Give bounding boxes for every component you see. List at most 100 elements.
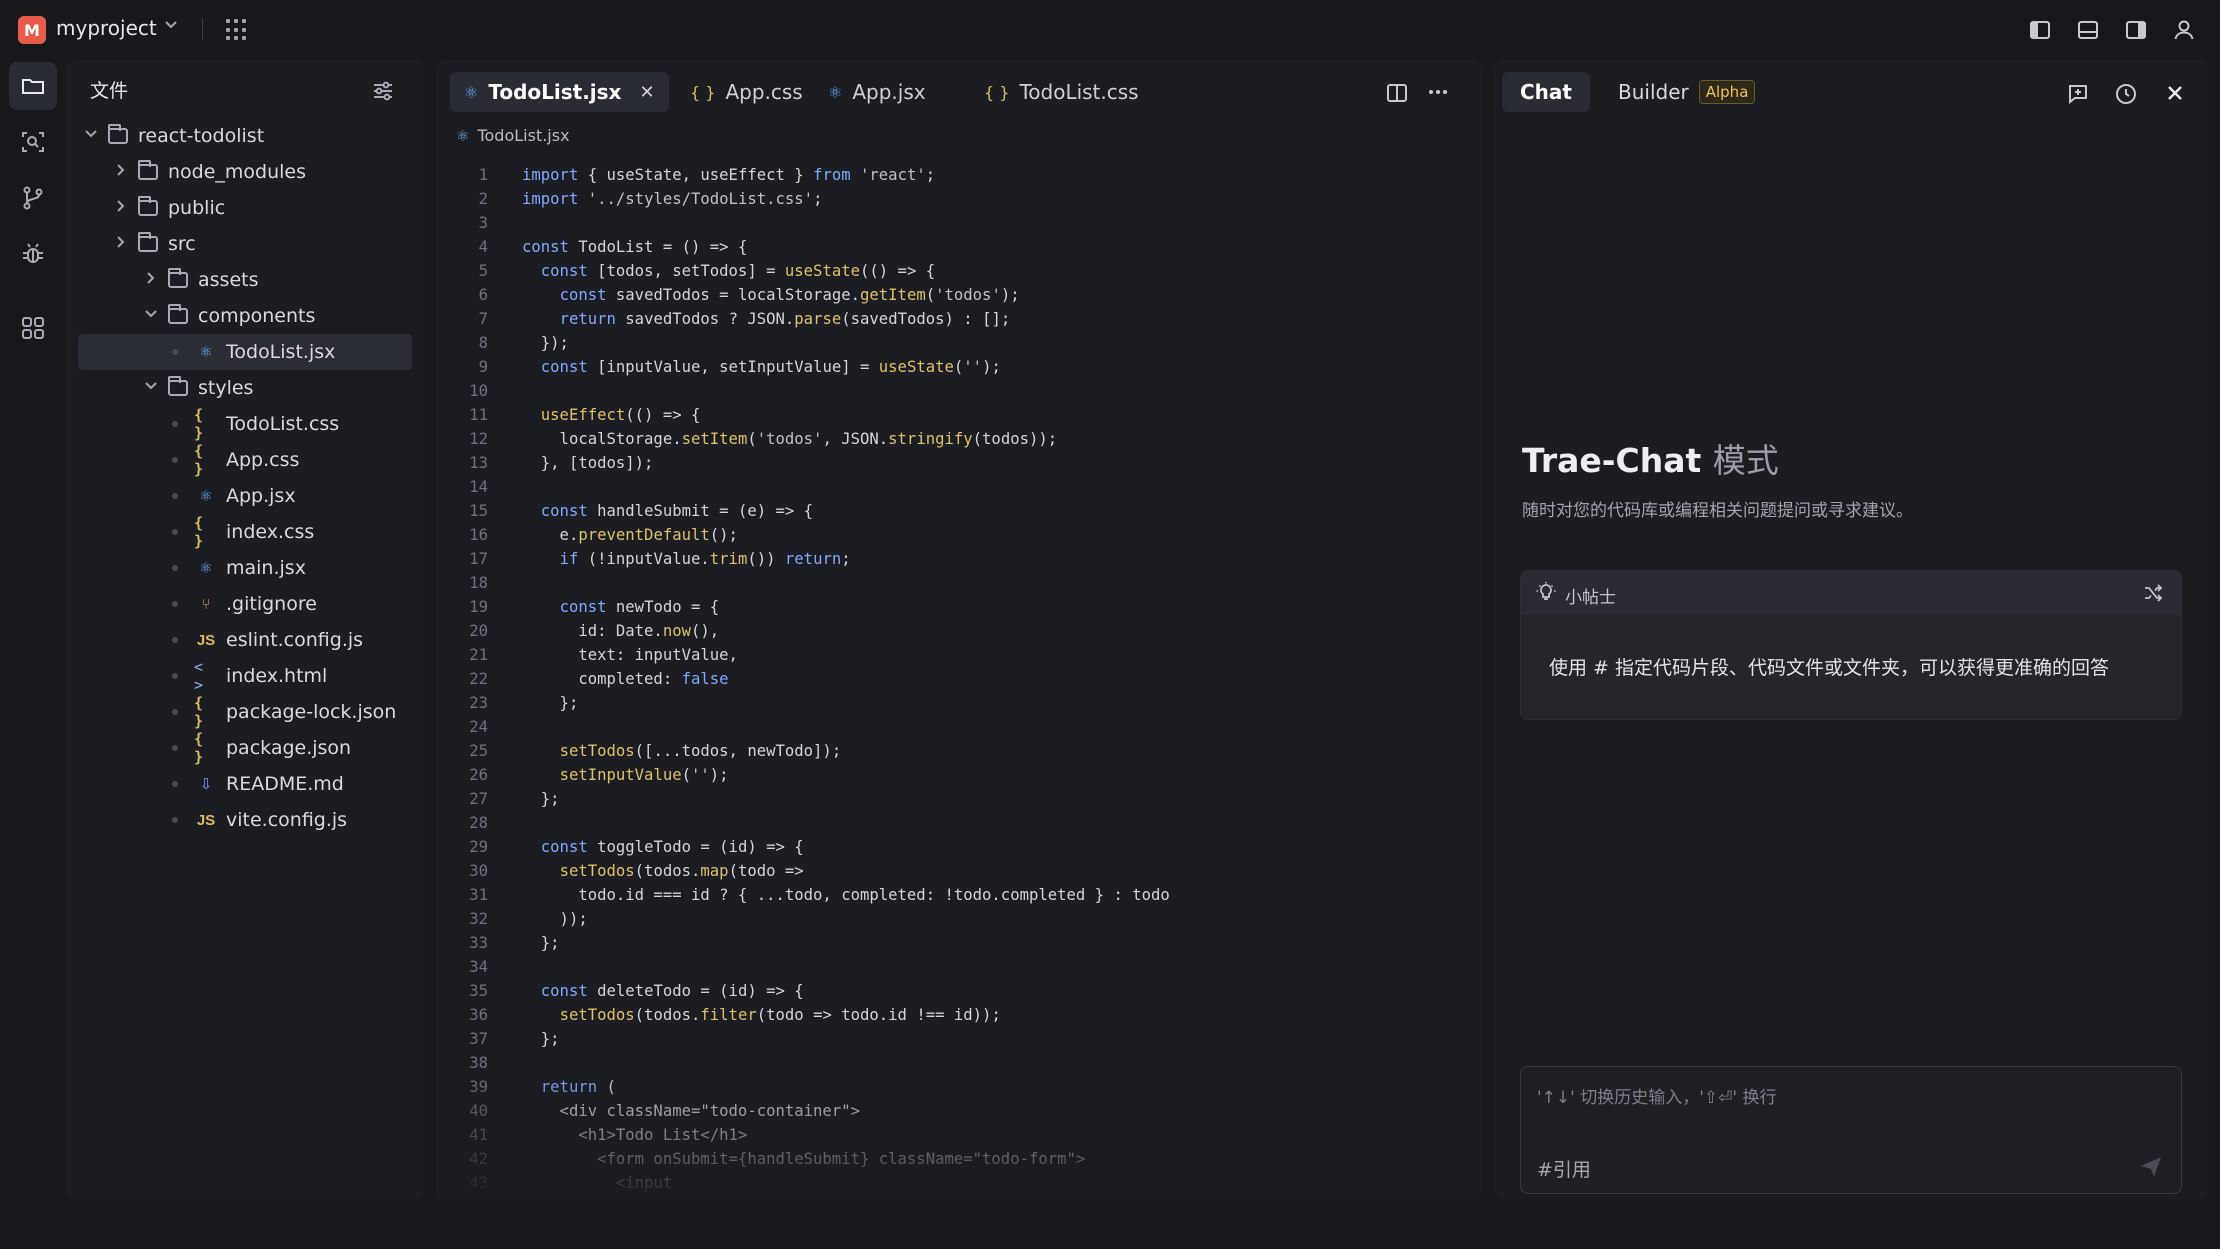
tree-indent-dot: [172, 673, 178, 679]
git-branch-icon: [23, 186, 43, 210]
folder-icon: [22, 79, 44, 94]
tab-app-jsx[interactable]: ⚛ App.jsx: [814, 72, 940, 112]
tab-label: App.css: [725, 80, 803, 104]
split-editor-icon[interactable]: [1386, 82, 1408, 108]
tab-builder-label: Builder: [1618, 80, 1689, 104]
line-number: 19: [469, 598, 488, 616]
shuffle-icon[interactable]: [2143, 583, 2163, 607]
code-area[interactable]: 1 import { useState, useEffect } from 're…: [436, 166, 1482, 1200]
close-tab-icon[interactable]: ✕: [639, 82, 654, 103]
line-number: 4: [478, 238, 488, 256]
code-line: import '../styles/TodoList.css';: [522, 190, 823, 208]
account-icon[interactable]: [2172, 18, 2196, 42]
folder-item[interactable]: src: [66, 226, 424, 262]
line-number: 34: [469, 958, 488, 976]
tree-item-label: node_modules: [168, 161, 307, 183]
code-line: const [todos, setTodos] = useState(() =>…: [540, 262, 936, 280]
chevron-right-icon[interactable]: [112, 235, 130, 253]
chevron-down-icon[interactable]: [142, 379, 160, 397]
code-line: if (!inputValue.trim()) return;: [559, 550, 851, 568]
tree-indent-dot: [172, 601, 178, 607]
folder-item[interactable]: components: [66, 298, 424, 334]
file-item[interactable]: { } package-lock.json: [66, 694, 424, 730]
folder-icon: [106, 124, 130, 146]
file-item[interactable]: ⚛ TodoList.jsx: [78, 334, 412, 370]
close-icon[interactable]: [2164, 82, 2186, 108]
explorer-button[interactable]: [9, 62, 57, 110]
file-item[interactable]: { } index.css: [66, 514, 424, 550]
history-icon[interactable]: [2114, 82, 2138, 110]
line-number: 11: [469, 406, 488, 424]
chevron-down-icon[interactable]: [82, 127, 100, 145]
file-item[interactable]: < > index.html: [66, 658, 424, 694]
code-line: id: Date.now(),: [522, 622, 720, 640]
tree-item-label: package-lock.json: [226, 701, 397, 723]
line-number: 37: [469, 1030, 488, 1048]
line-number: 43: [469, 1174, 488, 1192]
line-number: 29: [469, 838, 488, 856]
line-number: 8: [478, 334, 488, 352]
tab-chat[interactable]: Chat: [1502, 72, 1590, 112]
toggle-bottom-panel-icon[interactable]: [2076, 18, 2100, 42]
tab-app-css[interactable]: { } App.css: [676, 72, 817, 112]
more-actions-icon[interactable]: [1426, 80, 1450, 108]
file-item[interactable]: ⑂ .gitignore: [66, 586, 424, 622]
search-button[interactable]: [9, 118, 57, 166]
tree-item-label: TodoList.jsx: [226, 341, 336, 363]
chat-input[interactable]: '↑↓' 切换历史输入，'⇧⏎' 换行 #引用: [1520, 1066, 2182, 1194]
chevron-right-icon[interactable]: [112, 199, 130, 217]
send-icon[interactable]: [2137, 1153, 2165, 1185]
code-line: const newTodo = {: [559, 598, 720, 616]
tree-item-label: eslint.config.js: [226, 629, 364, 651]
chevron-down-icon[interactable]: [142, 307, 160, 325]
line-number: 40: [469, 1102, 488, 1120]
filter-settings-icon[interactable]: [372, 80, 394, 106]
line-number: 33: [469, 934, 488, 952]
toggle-right-panel-icon[interactable]: [2124, 18, 2148, 42]
file-item[interactable]: { } package.json: [66, 730, 424, 766]
file-item[interactable]: ⚛ App.jsx: [66, 478, 424, 514]
new-chat-icon[interactable]: [2066, 82, 2090, 110]
folder-item[interactable]: react-todolist: [66, 118, 424, 154]
tab-todolist-css[interactable]: { } TodoList.css: [970, 72, 1153, 112]
toggle-left-panel-icon[interactable]: [2028, 18, 2052, 42]
file-item[interactable]: ⇩ README.md: [66, 766, 424, 802]
chevron-down-icon[interactable]: [164, 18, 178, 36]
tab-todolist-jsx[interactable]: ⚛ TodoList.jsx ✕: [450, 72, 669, 112]
reference-button[interactable]: #引用: [1537, 1155, 1591, 1182]
apps-grid-icon[interactable]: [226, 19, 248, 41]
extensions-button[interactable]: [9, 304, 57, 352]
file-item[interactable]: JS eslint.config.js: [66, 622, 424, 658]
project-name[interactable]: myproject: [56, 16, 157, 40]
project-avatar[interactable]: M: [18, 16, 46, 44]
chat-title-mode: 模式: [1712, 441, 1779, 480]
breadcrumb[interactable]: ⚛ TodoList.jsx: [456, 126, 570, 145]
chevron-right-icon[interactable]: [142, 271, 160, 289]
react-icon: ⚛: [199, 559, 213, 577]
chevron-right-icon[interactable]: [112, 163, 130, 181]
file-item[interactable]: { } TodoList.css: [66, 406, 424, 442]
folder-item[interactable]: public: [66, 190, 424, 226]
code-line: ));: [522, 910, 588, 928]
debug-button[interactable]: [9, 230, 57, 278]
file-item[interactable]: { } App.css: [66, 442, 424, 478]
tip-label: 小帖士: [1565, 588, 1616, 608]
line-number: 41: [469, 1126, 488, 1144]
source-control-button[interactable]: [9, 174, 57, 222]
line-number: 20: [469, 622, 488, 640]
tree-indent-dot: [172, 781, 178, 787]
activity-bar: [0, 60, 66, 1200]
braces-icon: { }: [690, 82, 716, 102]
file-item[interactable]: JS vite.config.js: [66, 802, 424, 838]
tree-indent-dot: [172, 421, 178, 427]
tab-builder[interactable]: Builder Alpha: [1600, 72, 1773, 112]
folder-item[interactable]: node_modules: [66, 154, 424, 190]
code-line: const savedTodos = localStorage.getItem(…: [559, 286, 1020, 304]
tree-item-label: README.md: [226, 773, 344, 795]
braces-icon: { }: [984, 82, 1010, 102]
tab-label: TodoList.css: [1019, 80, 1139, 104]
search-scan-icon: [22, 132, 44, 152]
file-item[interactable]: ⚛ main.jsx: [66, 550, 424, 586]
folder-item[interactable]: styles: [66, 370, 424, 406]
folder-item[interactable]: assets: [66, 262, 424, 298]
